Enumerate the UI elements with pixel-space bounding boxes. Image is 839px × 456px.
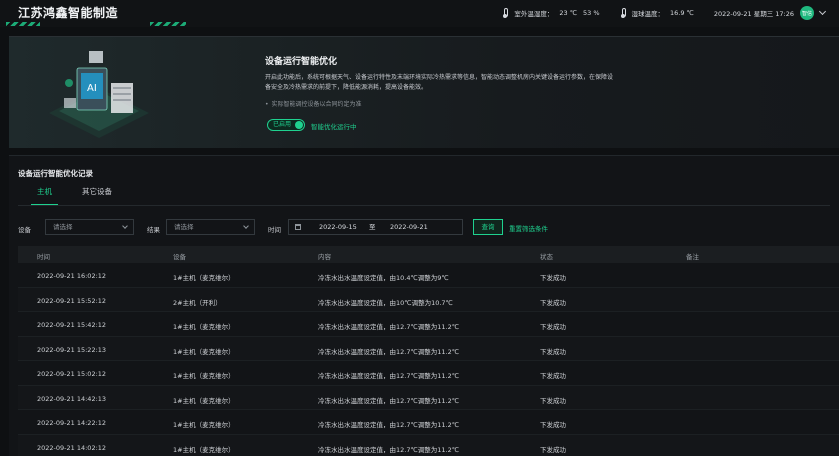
cell-content: 冷冻水出水温度设定值，由12.7℃调整为11.2℃	[318, 347, 460, 356]
brand-decoration-left	[6, 22, 40, 26]
header-status: 室外温湿度： 23 ℃ 53 % 湿球温度： 16.9 ℃ 2022-09-21…	[502, 6, 827, 20]
table-row[interactable]: 2022-09-21 14:02:12 1#主机（麦克维尔） 冷冻水出水温度设定值，…	[18, 434, 839, 456]
cell-status: 下发成功	[540, 298, 566, 307]
cell-status: 下发成功	[540, 372, 566, 380]
cell-time: 2022-09-21 16:02:12	[37, 272, 107, 280]
table-body: 2022-09-21 16:02:12 1#主机（麦克维尔） 冷冻水出水温度设定值，…	[18, 263, 839, 456]
tab-other-devices[interactable]: 其它设备	[82, 186, 112, 206]
table-row[interactable]: 2022-09-21 14:42:13 1#主机（麦克维尔） 冷冻水出水温度设定值，…	[18, 385, 839, 410]
cell-status: 下发成功	[540, 274, 566, 282]
cell-device: 1#主机（麦克维尔）	[173, 372, 235, 380]
cell-time: 2022-09-21 15:42:12	[37, 321, 107, 329]
toggle-knob	[295, 121, 303, 129]
table-row[interactable]: 2022-09-21 15:02:12 1#主机（麦克维尔） 冷冻水出水温度设定值，…	[18, 361, 839, 386]
col-device: 设备	[173, 253, 186, 261]
banner-description: 开启此功能后，系统可根据天气、设备运行特性及末端环境实际冷热需求等信息，智能动态…	[265, 74, 614, 91]
datetime: 2022-09-21 星期三 17:26	[713, 10, 794, 18]
feature-banner: AI 设备运行智能优化 开启此功能后，系统可根据天气、设备运行特性及末端环境实际…	[9, 36, 839, 148]
cell-status: 下发成功	[540, 323, 566, 331]
cell-content: 冷冻水出水温度设定值，由12.7℃调整为11.2℃	[318, 372, 460, 380]
filter-bar: 设备 请选择 结果 请选择 时间 2022-09-15 至 2022-09-21…	[17, 218, 837, 238]
col-content: 内容	[318, 253, 331, 261]
records-tabs: 主机 其它设备	[31, 186, 112, 206]
cell-content: 冷冻水出水温度设定值，由12.7℃调整为11.2℃	[318, 396, 460, 405]
cell-content: 冷冻水出水温度设定值，由10℃调整为10.7℃	[318, 298, 453, 307]
result-select[interactable]: 请选择	[166, 219, 255, 235]
table-row[interactable]: 2022-09-21 15:52:12 2#主机（开利） 冷冻水出水温度设定值，由1…	[18, 287, 839, 312]
time-filter-label: 时间	[268, 226, 281, 234]
records-panel: 设备运行智能优化记录 主机 其它设备 设备 请选择 结果 请选择 时间 2022…	[9, 155, 839, 456]
cell-time: 2022-09-21 15:52:12	[37, 296, 107, 305]
cell-device: 1#主机（麦克维尔）	[173, 421, 235, 429]
cell-device: 1#主机（麦克维尔）	[173, 274, 235, 282]
ai-server-illustration-icon: AI	[49, 51, 149, 138]
tab-host[interactable]: 主机	[31, 186, 58, 206]
query-button[interactable]: 查询	[473, 219, 503, 235]
cell-time: 2022-09-21 15:22:13	[37, 345, 107, 354]
cell-device: 1#主机（麦克维尔）	[173, 323, 235, 331]
user-avatar[interactable]: 智信	[800, 6, 814, 20]
cell-device: 2#主机（开利）	[173, 298, 222, 307]
toggle-label: 已启用	[273, 121, 292, 128]
cell-content: 冷冻水出水温度设定值，由10.4℃调整为9℃	[318, 274, 449, 282]
chevron-down-icon[interactable]	[818, 7, 827, 16]
date-end[interactable]: 2022-09-21	[390, 220, 428, 234]
cell-time: 2022-09-21 15:02:12	[37, 370, 107, 378]
cell-content: 冷冻水出水温度设定值，由12.7℃调整为11.2℃	[318, 421, 460, 429]
result-filter-label: 结果	[147, 226, 160, 234]
cell-content: 冷冻水出水温度设定值，由12.7℃调整为11.2℃	[318, 323, 460, 331]
cell-status: 下发成功	[540, 347, 566, 356]
cell-time: 2022-09-21 14:22:12	[37, 419, 107, 427]
calendar-icon	[295, 224, 301, 230]
cell-status: 下发成功	[540, 445, 566, 454]
date-separator: 至	[369, 223, 376, 231]
banner-note: 实际智能调控设备以合同约定为准	[265, 99, 362, 108]
date-start[interactable]: 2022-09-15	[319, 220, 357, 234]
device-select-placeholder: 请选择	[53, 223, 73, 231]
chevron-down-icon	[243, 223, 249, 229]
cell-content: 冷冻水出水温度设定值，由12.7℃调整为11.2℃	[318, 445, 460, 454]
cell-time: 2022-09-21 14:42:13	[37, 394, 107, 403]
cell-status: 下发成功	[540, 421, 566, 429]
wetbulb-temp: 16.9 ℃	[670, 9, 694, 17]
device-select[interactable]: 请选择	[45, 219, 134, 235]
reset-filters-link[interactable]: 重置筛选条件	[509, 223, 548, 233]
outdoor-temp: 23 ℃	[559, 9, 577, 17]
result-select-placeholder: 请选择	[174, 223, 194, 231]
col-status: 状态	[540, 253, 553, 261]
table-row[interactable]: 2022-09-21 14:22:12 1#主机（麦克维尔） 冷冻水出水温度设定值，…	[18, 410, 839, 435]
cell-status: 下发成功	[540, 396, 566, 405]
optimize-toggle[interactable]: 已启用	[267, 119, 305, 131]
table-row[interactable]: 2022-09-21 15:22:13 1#主机（麦克维尔） 冷冻水出水温度设定值，…	[18, 336, 839, 361]
table-row[interactable]: 2022-09-21 15:42:12 1#主机（麦克维尔） 冷冻水出水温度设定值，…	[18, 312, 839, 337]
cell-time: 2022-09-21 14:02:12	[37, 443, 107, 452]
banner-title: 设备运行智能优化	[265, 57, 338, 67]
chevron-down-icon	[122, 223, 128, 229]
date-range-picker[interactable]: 2022-09-15 至 2022-09-21	[288, 219, 463, 235]
outdoor-label: 室外温湿度：	[514, 10, 554, 18]
brand-decoration-right	[150, 22, 186, 26]
cell-device: 1#主机（麦克维尔）	[173, 347, 235, 356]
tabs-divider	[18, 205, 830, 206]
top-header: 江苏鸿鑫智能制造 室外温湿度： 23 ℃ 53 % 湿球温度： 16.9 ℃ 2…	[0, 0, 839, 27]
cell-device: 1#主机（麦克维尔）	[173, 445, 235, 454]
outdoor-humidity: 53 %	[583, 9, 600, 17]
optimize-status: 智能优化运行中	[311, 123, 357, 131]
brand-title: 江苏鸿鑫智能制造	[18, 6, 119, 20]
svg-text:AI: AI	[87, 83, 97, 94]
thermometer-icon	[502, 8, 509, 18]
cell-device: 1#主机（麦克维尔）	[173, 396, 235, 405]
wetbulb-label: 湿球温度：	[631, 10, 665, 18]
col-time: 时间	[37, 253, 50, 261]
wetbulb-thermometer-icon	[620, 8, 626, 18]
col-note: 备注	[686, 253, 699, 261]
records-title: 设备运行智能优化记录	[18, 169, 93, 178]
table-header: 时间 设备 内容 状态 备注	[18, 246, 839, 263]
device-filter-label: 设备	[18, 226, 31, 234]
table-row[interactable]: 2022-09-21 16:02:12 1#主机（麦克维尔） 冷冻水出水温度设定值，…	[18, 263, 839, 288]
